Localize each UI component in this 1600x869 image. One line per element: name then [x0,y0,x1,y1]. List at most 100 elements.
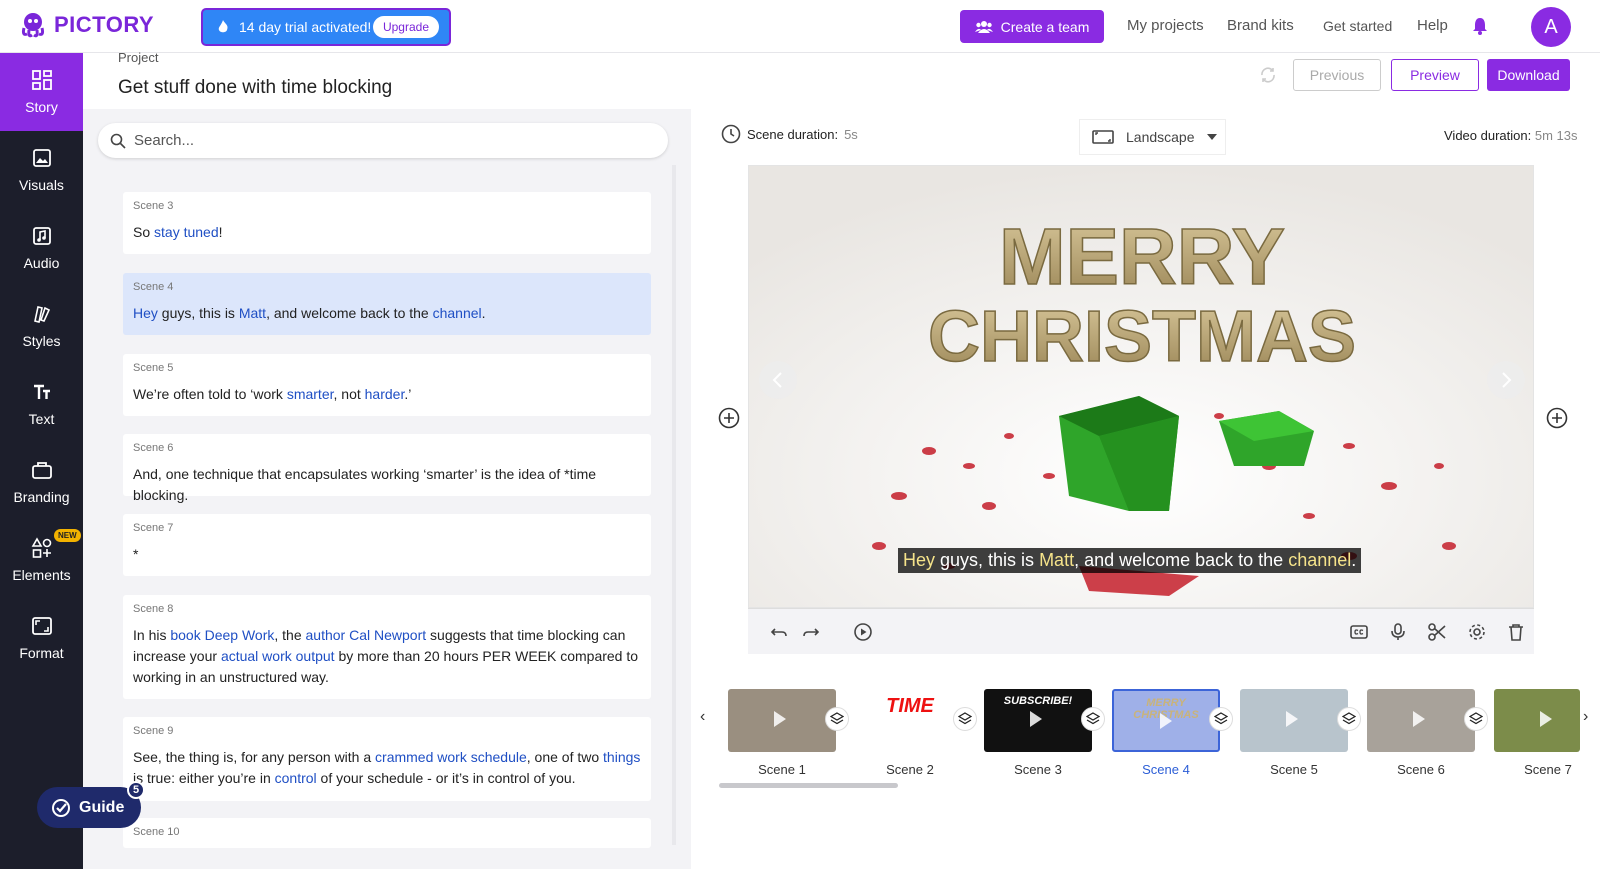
create-team-button[interactable]: Create a team [960,10,1104,43]
scene-thumbnail-label[interactable]: Scene 5 [1240,762,1348,777]
scene-thumbnail-label[interactable]: Scene 1 [728,762,836,777]
keyword-highlight[interactable]: Hey [133,305,158,321]
scene-thumbnail[interactable]: TIME [856,689,964,752]
scene-card[interactable]: Scene 9 See, the thing is, for any person… [123,717,651,801]
scene-thumbnail-label[interactable]: Scene 7 [1494,762,1600,777]
layers-icon[interactable] [825,707,849,731]
scene-thumbnail-label[interactable]: Scene 6 [1367,762,1475,777]
scene-text[interactable]: We’re often told to ‘work smarter, not h… [133,384,641,405]
scene-text[interactable]: So stay tuned! [133,222,641,243]
scene-card[interactable]: Scene 6 And, one technique that encapsula… [123,434,651,503]
sidebar-item-text[interactable]: Text [0,365,83,443]
sidebar-item-label: Elements [12,567,71,583]
scene-card[interactable]: Scene 7 * [123,514,651,576]
nav-get-started[interactable]: Get started [1323,18,1392,34]
nav-help[interactable]: Help [1417,17,1448,34]
guide-button[interactable]: Guide 5 [37,781,145,828]
keyword-highlight[interactable]: things [603,749,640,765]
preview-button[interactable]: Preview [1391,59,1479,91]
user-avatar[interactable]: A [1531,7,1571,47]
sidebar-item-visuals[interactable]: Visuals [0,131,83,209]
timeline-prev-icon[interactable]: ‹ [700,708,705,726]
keyword-highlight[interactable]: actual work output [221,648,335,664]
scene-thumbnail-label[interactable]: Scene 2 [856,762,964,777]
bell-icon[interactable] [1470,16,1490,36]
timeline-scrollbar[interactable] [719,783,898,788]
sidebar-item-story[interactable]: Story [0,53,83,131]
pictory-logo[interactable]: PICTORY [18,10,154,40]
previous-button[interactable]: Previous [1293,59,1381,91]
timeline-next-icon[interactable]: › [1583,708,1588,726]
layers-icon[interactable] [1081,707,1105,731]
scene-text[interactable]: * [133,544,641,565]
sidebar-item-label: Audio [23,255,60,271]
scene-thumbnail[interactable] [1240,689,1348,752]
keyword-highlight[interactable]: harder [365,386,405,402]
keyword-highlight[interactable]: author Cal Newport [306,627,427,643]
sidebar-item-elements[interactable]: Elements NEW [0,521,83,599]
video-duration-value: 5m 13s [1534,128,1578,143]
keyword-highlight[interactable]: Matt [239,305,266,321]
scene-thumbnail-label[interactable]: Scene 3 [984,762,1092,777]
layers-icon[interactable] [1464,707,1488,731]
play-icon[interactable] [854,623,872,641]
search-input[interactable] [134,132,614,149]
gear-icon[interactable] [1468,623,1486,641]
scene-preview[interactable]: MERRY CHRISTMAS [748,165,1534,608]
keyword-highlight[interactable]: book Deep Work [170,627,274,643]
scene-number: Scene 10 [133,826,180,838]
download-button[interactable]: Download [1487,59,1570,91]
scene-duration-value[interactable]: 5s [844,127,858,142]
scene-card[interactable]: Scene 5 We’re often told to ‘work smarter… [123,354,651,416]
keyword-highlight[interactable]: stay tuned [154,224,219,240]
scene-card[interactable]: Scene 4 Hey guys, this is Matt, and welco… [123,273,651,335]
shapes-icon [31,537,51,558]
upgrade-button[interactable]: Upgrade [372,16,439,38]
keyword-highlight[interactable]: crammed work schedule [375,749,527,765]
scene-text[interactable]: See, the thing is, for any person with a… [133,747,641,789]
search-bar[interactable] [98,123,668,158]
scene-number: Scene 9 [133,725,174,737]
sidebar-item-styles[interactable]: Styles [0,287,83,365]
scene-card[interactable]: Scene 3 So stay tuned! [123,192,651,254]
orientation-dropdown[interactable]: Landscape [1079,119,1226,155]
scene-list-scrollbar[interactable] [672,165,676,845]
keyword-highlight[interactable]: channel [433,305,482,321]
preview-next-arrow-icon[interactable] [1487,361,1525,399]
redo-icon[interactable] [802,623,820,641]
scene-thumbnail-label[interactable]: Scene 4 [1112,762,1220,777]
scissors-icon[interactable] [1428,623,1446,641]
scene-thumbnail[interactable] [728,689,836,752]
preview-prev-arrow-icon[interactable] [759,361,797,399]
add-scene-after-icon[interactable] [1546,407,1568,429]
scene-text[interactable]: Hey guys, this is Matt, and welcome back… [133,303,641,324]
closed-captions-icon[interactable] [1350,623,1368,641]
scene-thumbnail[interactable]: MERRY CHRISTMAS [1112,689,1220,752]
scene-caption[interactable]: Hey guys, this is Matt, and welcome back… [898,548,1362,573]
caption-text: . [1351,550,1357,570]
keyword-highlight[interactable]: control [275,770,317,786]
scene-text[interactable]: In his book Deep Work, the author Cal Ne… [133,625,641,688]
sidebar-item-format[interactable]: Format [0,599,83,677]
nav-brand-kits[interactable]: Brand kits [1227,17,1294,34]
nav-my-projects[interactable]: My projects [1127,17,1204,34]
scene-thumbnail[interactable] [1494,689,1580,752]
undo-icon[interactable] [770,623,788,641]
scene-text[interactable]: And, one technique that encapsulates wor… [133,464,641,506]
scene-card[interactable]: Scene 8 In his book Deep Work, the author… [123,595,651,699]
scene-thumbnail[interactable]: SUBSCRIBE! [984,689,1092,752]
layers-icon[interactable] [1337,707,1361,731]
scene-number: Scene 5 [133,362,174,374]
scene-thumbnail[interactable] [1367,689,1475,752]
microphone-icon[interactable] [1389,623,1407,641]
keyword-highlight[interactable]: smarter [287,386,334,402]
scene-card[interactable]: Scene 10 [123,818,651,848]
sidebar-item-branding[interactable]: Branding [0,443,83,521]
layers-icon[interactable] [1209,707,1233,731]
sidebar-item-audio[interactable]: Audio [0,209,83,287]
layers-icon[interactable] [953,707,977,731]
caption-text: guys, this is [935,550,1040,570]
trash-icon[interactable] [1507,623,1525,641]
add-scene-before-icon[interactable] [718,407,740,429]
project-title[interactable]: Get stuff done with time blocking [118,77,392,99]
